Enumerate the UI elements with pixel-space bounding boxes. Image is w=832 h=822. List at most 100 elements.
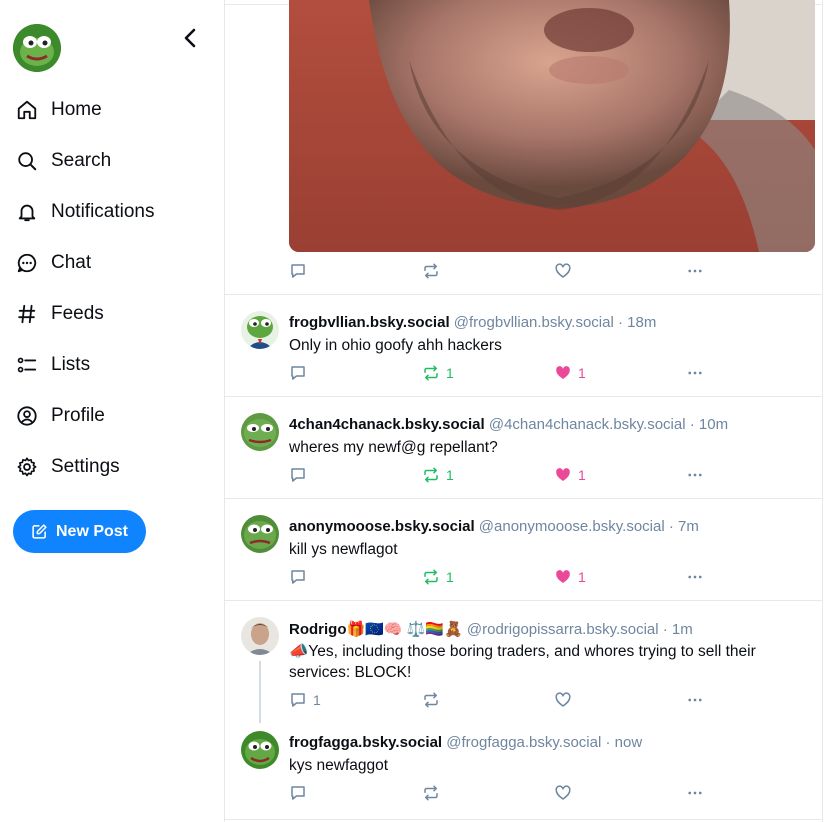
like-button[interactable] (554, 784, 572, 802)
post-actions (289, 262, 749, 282)
reply-button[interactable] (289, 784, 307, 802)
repost-button[interactable] (422, 784, 440, 802)
repost-button[interactable] (422, 262, 440, 280)
feed-post[interactable]: anonymooose.bsky.social @anonymooose.bsk… (225, 499, 822, 601)
author-handle[interactable]: @frogbvllian.bsky.social (454, 314, 614, 331)
author-name[interactable]: frogfagga.bsky.social (289, 734, 442, 751)
author-handle[interactable]: @anonymooose.bsky.social (479, 518, 665, 535)
post-actions (289, 784, 749, 804)
post-time: · 10m (689, 416, 729, 433)
heart-filled-icon (556, 366, 570, 379)
repost-icon (424, 365, 438, 381)
author-handle[interactable]: @frogfagga.bsky.social (446, 734, 601, 751)
author-avatar[interactable] (241, 311, 279, 349)
reply-button[interactable]: 1 (289, 691, 321, 709)
reply-button[interactable] (289, 568, 307, 586)
nav-notifications[interactable]: Notifications (0, 186, 224, 237)
nav-settings-label: Settings (51, 455, 120, 477)
like-button[interactable]: 1 (554, 466, 586, 484)
like-button[interactable]: 1 (554, 568, 586, 586)
hash-icon (15, 302, 39, 326)
feed-post[interactable]: 4chan4chanack.bsky.social @4chan4chanack… (225, 397, 822, 499)
post-text: 📣Yes, including those boring traders, an… (289, 643, 756, 681)
repost-button[interactable]: 1 (422, 364, 454, 382)
repost-icon (424, 263, 438, 279)
repost-button[interactable] (422, 691, 440, 709)
like-button[interactable] (554, 262, 572, 280)
reply-button[interactable] (289, 466, 307, 484)
repost-count: 1 (446, 365, 454, 381)
nav-home-label: Home (51, 98, 102, 120)
author-name[interactable]: Rodrigo🎁🇪🇺🧠 ⚖️🏳️‍🌈🧸 (289, 621, 463, 638)
nav-feeds[interactable]: Feeds (0, 288, 224, 339)
profile-icon (15, 404, 39, 428)
new-post-button[interactable]: New Post (13, 510, 146, 553)
repost-count: 1 (446, 569, 454, 585)
thread-parent-post[interactable]: Rodrigo🎁🇪🇺🧠 ⚖️🏳️‍🌈🧸 @rodrigopissarra.bsk… (225, 601, 822, 723)
post-text: kill ys newflagot (289, 541, 398, 558)
more-icon (688, 791, 702, 795)
post-text: kys newfaggot (289, 757, 389, 774)
like-count: 1 (578, 365, 586, 381)
thread-reply-post[interactable]: frogfagga.bsky.social @frogfagga.bsky.so… (225, 715, 822, 819)
post-actions: 1 (289, 691, 749, 711)
post-header: anonymooose.bsky.social @anonymooose.bsk… (289, 518, 699, 535)
author-avatar[interactable] (241, 515, 279, 553)
gear-icon (15, 455, 39, 479)
more-options-button[interactable] (686, 691, 704, 709)
bell-icon (15, 200, 39, 224)
author-handle[interactable]: @4chan4chanack.bsky.social (489, 416, 686, 433)
author-avatar[interactable] (241, 731, 279, 769)
like-button[interactable]: 1 (554, 364, 586, 382)
author-avatar[interactable] (241, 413, 279, 451)
post-time: · 18m (617, 314, 657, 331)
more-icon (688, 371, 702, 375)
nav-profile[interactable]: Profile (0, 390, 224, 441)
repost-button[interactable]: 1 (422, 466, 454, 484)
heart-filled-icon (556, 570, 570, 583)
reply-icon (291, 570, 305, 584)
nav-lists[interactable]: Lists (0, 339, 224, 390)
post-image[interactable] (289, 0, 815, 252)
reply-icon (291, 264, 305, 278)
repost-icon (424, 692, 438, 708)
author-name[interactable]: frogbvllian.bsky.social (289, 314, 450, 331)
nav-profile-label: Profile (51, 404, 105, 426)
feed-right-border (822, 0, 823, 822)
like-button[interactable] (554, 691, 572, 709)
chat-icon (15, 251, 39, 275)
collapse-sidebar-icon[interactable] (180, 26, 202, 50)
user-avatar[interactable] (13, 24, 61, 72)
reply-icon (291, 468, 305, 482)
repost-icon (424, 569, 438, 585)
author-name[interactable]: anonymooose.bsky.social (289, 518, 475, 535)
nav-search-label: Search (51, 149, 112, 171)
post-time: · now (605, 734, 643, 751)
like-count: 1 (578, 467, 586, 483)
more-options-button[interactable] (686, 568, 704, 586)
nav-settings[interactable]: Settings (0, 441, 224, 492)
more-options-button[interactable] (686, 784, 704, 802)
author-avatar[interactable] (241, 617, 279, 655)
author-handle[interactable]: @rodrigopissarra.bsky.social (467, 621, 659, 638)
nav-search[interactable]: Search (0, 135, 224, 186)
nav-feeds-label: Feeds (51, 302, 104, 324)
like-count: 1 (578, 569, 586, 585)
reply-button[interactable] (289, 262, 307, 280)
nav-notifications-label: Notifications (51, 200, 155, 222)
more-icon (688, 575, 702, 579)
reply-button[interactable] (289, 364, 307, 382)
feed-post[interactable]: frogbvllian.bsky.social @frogbvllian.bsk… (225, 295, 822, 397)
nav-home[interactable]: Home (0, 84, 224, 135)
post-text: wheres my newf@g repellant? (289, 439, 498, 456)
author-name[interactable]: 4chan4chanack.bsky.social (289, 416, 485, 433)
nav-chat[interactable]: Chat (0, 237, 224, 288)
feed: frogbvllian.bsky.social @frogbvllian.bsk… (225, 0, 822, 822)
repost-button[interactable]: 1 (422, 568, 454, 586)
reply-count: 1 (313, 692, 321, 708)
more-options-button[interactable] (686, 262, 704, 280)
reply-icon (291, 366, 305, 380)
main-nav: Home Search Notifications Chat Feeds Lis… (0, 84, 224, 492)
more-options-button[interactable] (686, 466, 704, 484)
more-options-button[interactable] (686, 364, 704, 382)
